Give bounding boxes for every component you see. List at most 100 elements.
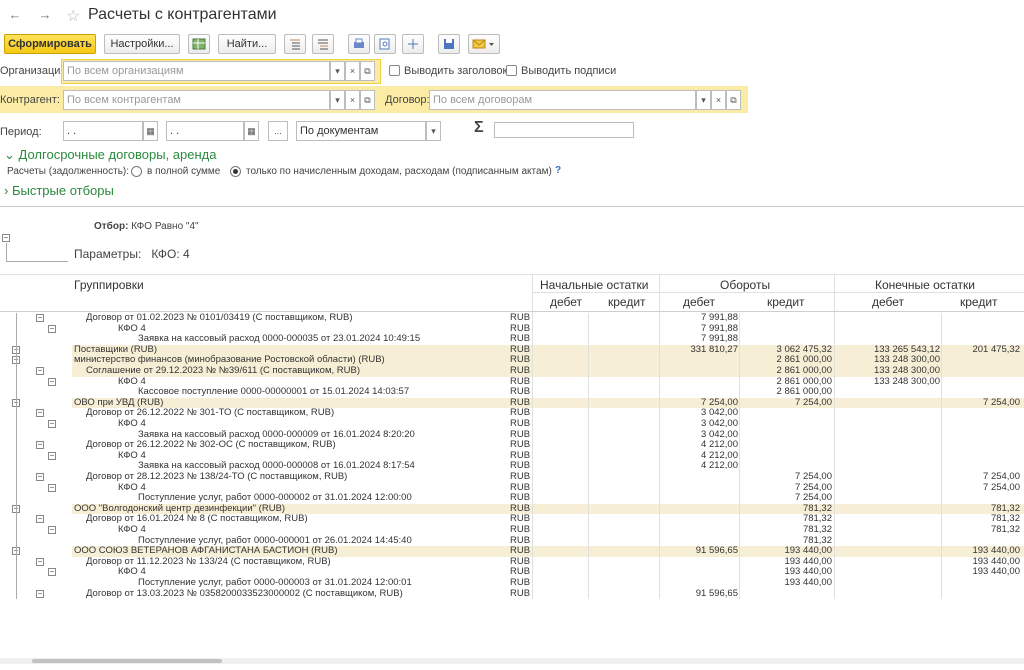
row-value-tc[interactable] bbox=[740, 430, 832, 441]
row-value-cd[interactable] bbox=[835, 514, 940, 525]
row-value-td[interactable]: 331 810,27 bbox=[660, 345, 738, 356]
row-value-tc[interactable]: 7 254,00 bbox=[740, 493, 832, 504]
row-value-oc[interactable] bbox=[590, 313, 657, 324]
row-value-cc[interactable] bbox=[942, 430, 1020, 441]
row-value-od[interactable] bbox=[533, 387, 587, 398]
row-value-cd[interactable] bbox=[835, 324, 940, 335]
row-value-td[interactable] bbox=[660, 557, 738, 568]
row-value-od[interactable] bbox=[533, 567, 587, 578]
contract-open-icon[interactable]: ⧉ bbox=[726, 90, 741, 110]
tree-collapse-icon[interactable]: − bbox=[48, 483, 56, 492]
table-row[interactable]: Поступление услуг, работ 0000-000001 от … bbox=[0, 535, 1024, 547]
row-value-tc[interactable]: 193 440,00 bbox=[740, 578, 832, 589]
generate-button[interactable]: Сформировать bbox=[4, 34, 96, 54]
row-value-td[interactable]: 4 212,00 bbox=[660, 440, 738, 451]
row-value-cc[interactable] bbox=[942, 355, 1020, 366]
row-value-td[interactable]: 4 212,00 bbox=[660, 451, 738, 462]
expand-all-icon[interactable] bbox=[284, 34, 306, 54]
row-value-cc[interactable] bbox=[942, 589, 1020, 600]
row-value-od[interactable] bbox=[533, 493, 587, 504]
table-row[interactable]: − Поставщики (RUB) RUB 331 810,27 3 062 475,… bbox=[0, 344, 1024, 356]
option-full-radio[interactable] bbox=[131, 166, 142, 177]
row-value-td[interactable] bbox=[660, 377, 738, 388]
row-value-oc[interactable] bbox=[590, 430, 657, 441]
row-name[interactable]: Поступление услуг, работ 0000-000003 от … bbox=[138, 578, 500, 589]
organization-input[interactable]: По всем организациям bbox=[63, 61, 330, 81]
row-value-cd[interactable] bbox=[835, 483, 940, 494]
row-value-cd[interactable] bbox=[835, 567, 940, 578]
table-row[interactable]: Поступление услуг, работ 0000-000002 от … bbox=[0, 493, 1024, 504]
table-row[interactable]: Заявка на кассовый расход 0000-000035 от… bbox=[0, 334, 1024, 345]
row-value-cd[interactable]: 133 248 300,00 bbox=[835, 377, 940, 388]
row-value-tc[interactable]: 2 861 000,00 bbox=[740, 377, 832, 388]
tree-collapse-icon[interactable]: − bbox=[48, 451, 56, 460]
row-name[interactable]: Договор от 26.12.2022 № 301-ТО (С постав… bbox=[86, 408, 500, 419]
row-name[interactable]: ООО "Волгодонский центр дезинфекции" (RU… bbox=[74, 504, 500, 515]
row-value-cc[interactable] bbox=[942, 493, 1020, 504]
row-value-tc[interactable]: 2 861 000,00 bbox=[740, 355, 832, 366]
row-name[interactable]: Заявка на кассовый расход 0000-000035 от… bbox=[138, 334, 500, 345]
tree-collapse-icon[interactable]: − bbox=[48, 324, 56, 333]
row-value-tc[interactable] bbox=[740, 419, 832, 430]
row-value-od[interactable] bbox=[533, 514, 587, 525]
row-value-tc[interactable]: 193 440,00 bbox=[740, 557, 832, 568]
row-value-tc[interactable]: 7 254,00 bbox=[740, 398, 832, 409]
organization-clear-icon[interactable]: × bbox=[345, 61, 360, 81]
row-value-cd[interactable] bbox=[835, 461, 940, 472]
row-value-cd[interactable] bbox=[835, 493, 940, 504]
row-value-cc[interactable]: 781,32 bbox=[942, 525, 1020, 536]
row-value-cd[interactable] bbox=[835, 525, 940, 536]
date-from-input[interactable]: . . bbox=[63, 121, 143, 141]
row-value-cc[interactable]: 193 440,00 bbox=[942, 567, 1020, 578]
save-icon[interactable] bbox=[438, 34, 460, 54]
row-value-td[interactable]: 3 042,00 bbox=[660, 408, 738, 419]
row-value-cc[interactable]: 781,32 bbox=[942, 504, 1020, 515]
turnover-header[interactable]: Обороты bbox=[720, 278, 770, 292]
row-name[interactable]: КФО 4 bbox=[118, 419, 500, 430]
row-value-cd[interactable] bbox=[835, 557, 940, 568]
table-row[interactable]: − Договор от 26.12.2022 № 301-ТО (С поста… bbox=[0, 408, 1024, 419]
row-value-cd[interactable] bbox=[835, 408, 940, 419]
row-value-cd[interactable] bbox=[835, 451, 940, 462]
row-name[interactable]: Кассовое поступление 0000-00000001 от 15… bbox=[138, 387, 500, 398]
row-value-oc[interactable] bbox=[590, 472, 657, 483]
row-value-oc[interactable] bbox=[590, 345, 657, 356]
row-value-td[interactable] bbox=[660, 355, 738, 366]
row-value-cc[interactable] bbox=[942, 461, 1020, 472]
quick-filters-toggle[interactable]: › Быстрые отборы bbox=[4, 183, 114, 198]
row-value-oc[interactable] bbox=[590, 419, 657, 430]
row-value-cd[interactable]: 133 248 300,00 bbox=[835, 366, 940, 377]
turnover-debit-header[interactable]: дебет bbox=[683, 295, 715, 309]
row-value-cc[interactable] bbox=[942, 419, 1020, 430]
row-name[interactable]: Договор от 28.12.2023 № 138/24-ТО (С пос… bbox=[86, 472, 500, 483]
row-value-tc[interactable] bbox=[740, 451, 832, 462]
row-name[interactable]: ОВО при УВД (RUB) bbox=[74, 398, 500, 409]
tree-collapse-icon[interactable]: − bbox=[48, 568, 56, 577]
table-row[interactable]: − ООО СОЮЗ ВЕТЕРАНОВ АФГАНИСТАНА БАСТИОН … bbox=[0, 546, 1024, 557]
tree-collapse-icon[interactable]: − bbox=[36, 557, 44, 566]
row-value-cc[interactable] bbox=[942, 334, 1020, 345]
print-icon[interactable] bbox=[348, 34, 370, 54]
row-value-od[interactable] bbox=[533, 408, 587, 419]
row-value-oc[interactable] bbox=[590, 440, 657, 451]
row-value-tc[interactable] bbox=[740, 408, 832, 419]
row-value-tc[interactable]: 2 861 000,00 bbox=[740, 387, 832, 398]
row-value-td[interactable] bbox=[660, 366, 738, 377]
row-value-cd[interactable] bbox=[835, 387, 940, 398]
scrollbar-thumb[interactable] bbox=[32, 659, 222, 663]
counterparty-dropdown-icon[interactable]: ▾ bbox=[330, 90, 345, 110]
opening-balance-header[interactable]: Начальные остатки bbox=[540, 278, 648, 292]
period-select-button[interactable]: ... bbox=[268, 121, 288, 141]
table-row[interactable]: − ООО "Волгодонский центр дезинфекции" (R… bbox=[0, 503, 1024, 515]
row-value-tc[interactable]: 3 062 475,32 bbox=[740, 345, 832, 356]
tree-collapse-icon[interactable]: − bbox=[36, 515, 44, 524]
row-value-td[interactable] bbox=[660, 504, 738, 515]
row-value-td[interactable] bbox=[660, 525, 738, 536]
row-value-tc[interactable]: 193 440,00 bbox=[740, 567, 832, 578]
table-row[interactable]: − Соглашение от 29.12.2023 № №39/611 (С п… bbox=[0, 366, 1024, 377]
row-value-oc[interactable] bbox=[590, 387, 657, 398]
row-value-cc[interactable] bbox=[942, 578, 1020, 589]
table-row[interactable]: − КФО 4 RUB 781,32 781,32 bbox=[0, 525, 1024, 536]
tree-collapse-icon[interactable]: − bbox=[48, 526, 56, 534]
contract-input[interactable]: По всем договорам bbox=[429, 90, 696, 110]
